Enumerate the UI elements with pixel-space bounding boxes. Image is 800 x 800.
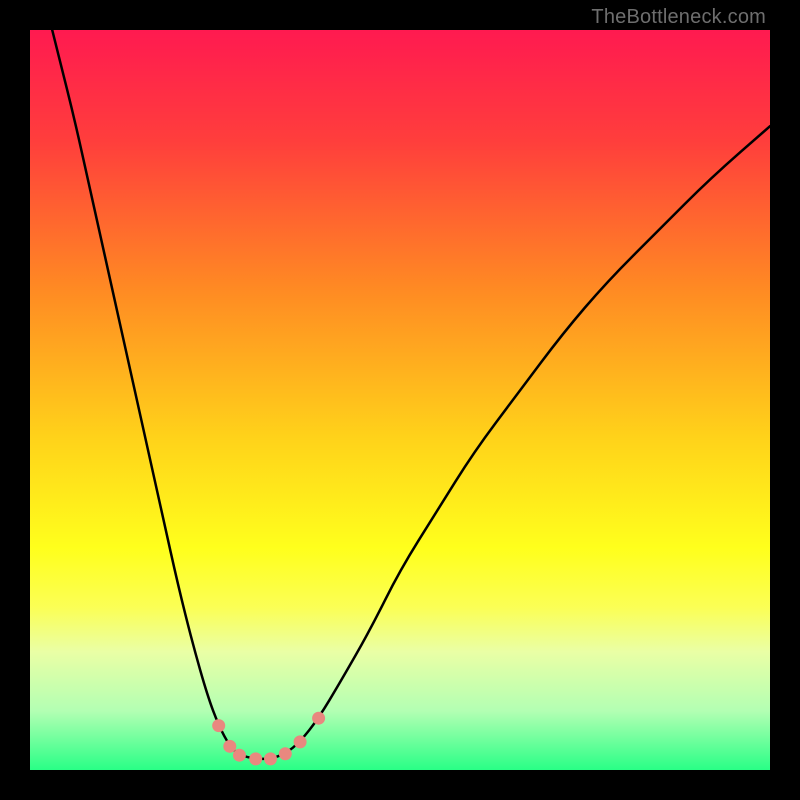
chart-svg	[30, 30, 770, 770]
trough-marker	[264, 752, 277, 765]
trough-marker	[279, 747, 292, 760]
trough-marker	[233, 749, 246, 762]
gradient-background	[30, 30, 770, 770]
trough-marker	[312, 712, 325, 725]
trough-marker	[294, 735, 307, 748]
plot-area	[30, 30, 770, 770]
trough-marker	[223, 740, 236, 753]
trough-marker	[212, 719, 225, 732]
watermark-text: TheBottleneck.com	[591, 6, 766, 29]
trough-marker	[249, 752, 262, 765]
chart-frame: TheBottleneck.com	[0, 0, 800, 800]
